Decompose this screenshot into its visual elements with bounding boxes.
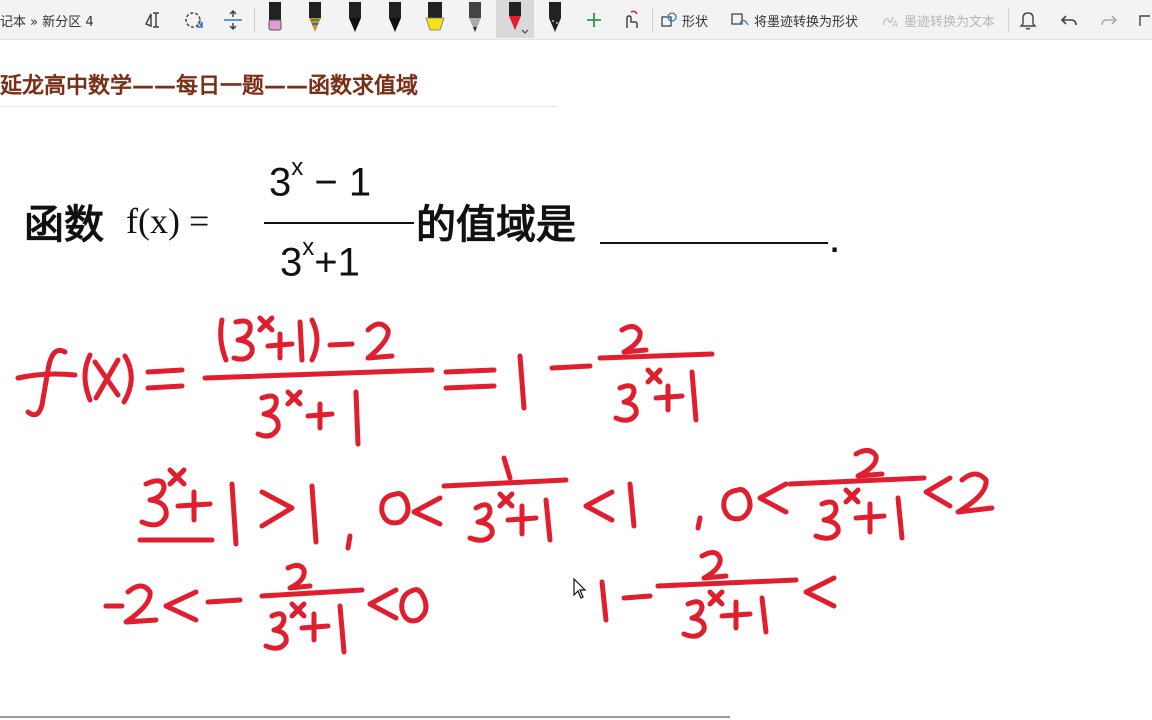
mouse-cursor-icon bbox=[573, 578, 587, 599]
bottom-divider bbox=[0, 716, 730, 718]
handwritten-ink-drawing bbox=[15, 315, 995, 655]
